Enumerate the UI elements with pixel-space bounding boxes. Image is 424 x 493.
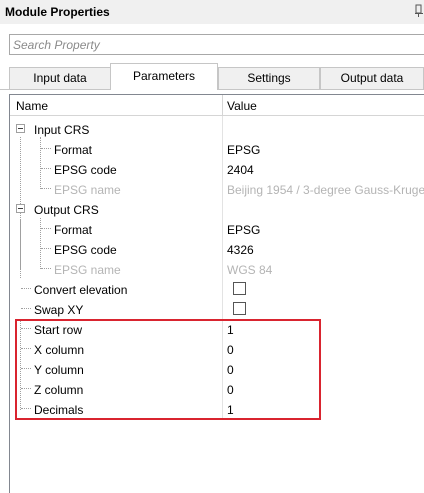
tab-parameters[interactable]: Parameters: [110, 63, 218, 90]
property-row-input-epsg-name: EPSG name Beijing 1954 / 3-degree Gauss-…: [10, 179, 424, 199]
title-bar: Module Properties: [0, 0, 424, 24]
property-label: EPSG code: [54, 163, 117, 177]
window-title: Module Properties: [5, 5, 110, 19]
highlight-box: [15, 319, 321, 420]
property-row-convert-elevation[interactable]: Convert elevation: [10, 279, 424, 299]
tab-settings[interactable]: Settings: [218, 67, 320, 89]
property-value[interactable]: EPSG: [227, 223, 260, 237]
property-value[interactable]: 4326: [227, 243, 254, 257]
group-row-input-crs[interactable]: Input CRS: [10, 119, 424, 139]
property-label: EPSG code: [54, 243, 117, 257]
property-value: Beijing 1954 / 3-degree Gauss-Kruger: [227, 183, 424, 197]
property-label: Convert elevation: [34, 283, 128, 297]
pin-icon[interactable]: [415, 4, 424, 18]
collapse-icon[interactable]: [16, 204, 25, 213]
column-header-name[interactable]: Name: [16, 99, 48, 113]
property-label: EPSG name: [54, 183, 121, 197]
property-value[interactable]: 2404: [227, 163, 254, 177]
convert-elevation-checkbox[interactable]: [233, 282, 246, 295]
column-header-value[interactable]: Value: [227, 99, 257, 113]
collapse-icon[interactable]: [16, 124, 25, 133]
property-label: EPSG name: [54, 263, 121, 277]
swap-xy-checkbox[interactable]: [233, 302, 246, 315]
group-row-output-crs[interactable]: Output CRS: [10, 199, 424, 219]
property-row-output-epsg-code[interactable]: EPSG code 4326: [10, 239, 424, 259]
tab-output-data[interactable]: Output data: [320, 67, 424, 89]
property-row-input-epsg-code[interactable]: EPSG code 2404: [10, 159, 424, 179]
tab-strip: Input data Parameters Settings Output da…: [0, 62, 424, 90]
grid-header: Name Value: [10, 95, 424, 116]
tab-input-data[interactable]: Input data: [9, 67, 111, 89]
property-row-output-format[interactable]: Format EPSG: [10, 219, 424, 239]
property-value: WGS 84: [227, 263, 273, 277]
property-label: Swap XY: [34, 303, 84, 317]
property-label: Format: [54, 223, 93, 237]
group-label-input-crs: Input CRS: [34, 123, 90, 137]
property-row-output-epsg-name: EPSG name WGS 84: [10, 259, 424, 279]
group-label-output-crs: Output CRS: [34, 203, 99, 217]
property-value[interactable]: EPSG: [227, 143, 260, 157]
column-resize-handle[interactable]: [222, 95, 223, 116]
search-property-input[interactable]: Search Property: [9, 34, 424, 55]
property-row-input-format[interactable]: Format EPSG: [10, 139, 424, 159]
search-placeholder: Search Property: [13, 38, 100, 52]
property-label: Format: [54, 143, 93, 157]
property-row-swap-xy[interactable]: Swap XY: [10, 299, 424, 319]
